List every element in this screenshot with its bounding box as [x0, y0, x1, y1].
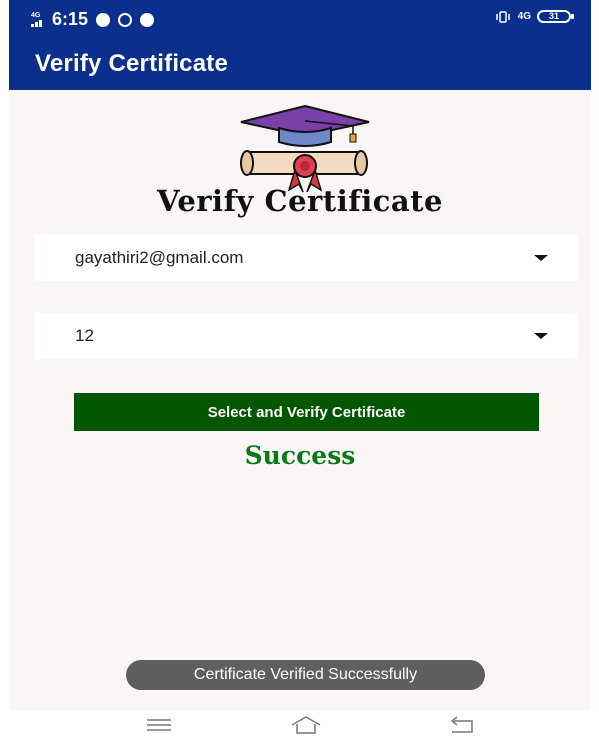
phone-screen: 4G 6:15 4G 31 Verify Certificate Verify … [9, 0, 591, 738]
right-network-label: 4G [517, 11, 531, 22]
back-icon[interactable] [442, 714, 482, 736]
graduation-certificate-icon [240, 104, 370, 193]
whatsapp-icon [118, 12, 133, 27]
vibrate-icon [495, 10, 510, 23]
status-right: 4G 31 [494, 10, 574, 23]
navigation-bar [9, 710, 591, 738]
app-bar-title: Verify Certificate [35, 50, 229, 77]
clock: 6:15 [52, 9, 89, 29]
battery-icon: 31 [537, 10, 574, 23]
email-dropdown[interactable]: gayathiri2@gmail.com [35, 235, 578, 281]
chevron-down-icon [534, 255, 548, 261]
chevron-down-icon [534, 333, 548, 339]
app-bar: Verify Certificate [9, 38, 591, 90]
battery-level: 31 [548, 11, 559, 21]
check-circle-icon [140, 12, 155, 27]
number-dropdown-value: 12 [75, 326, 94, 345]
signal-icon: 4G [31, 12, 42, 27]
page-heading: Verify Certificate [156, 184, 443, 218]
status-left: 4G 6:15 [31, 9, 155, 30]
status-bar: 4G 6:15 4G 31 [9, 0, 591, 38]
email-dropdown-value: gayathiri2@gmail.com [75, 248, 244, 267]
success-text: Success [244, 441, 356, 470]
network-label: 4G [31, 12, 41, 19]
toast-message: Certificate Verified Successfully [126, 660, 485, 690]
number-dropdown[interactable]: 12 [35, 313, 578, 359]
telegram-icon [96, 12, 111, 27]
menu-icon[interactable] [139, 714, 179, 736]
verify-certificate-button[interactable]: Select and Verify Certificate [74, 393, 539, 431]
home-icon[interactable] [286, 714, 326, 736]
